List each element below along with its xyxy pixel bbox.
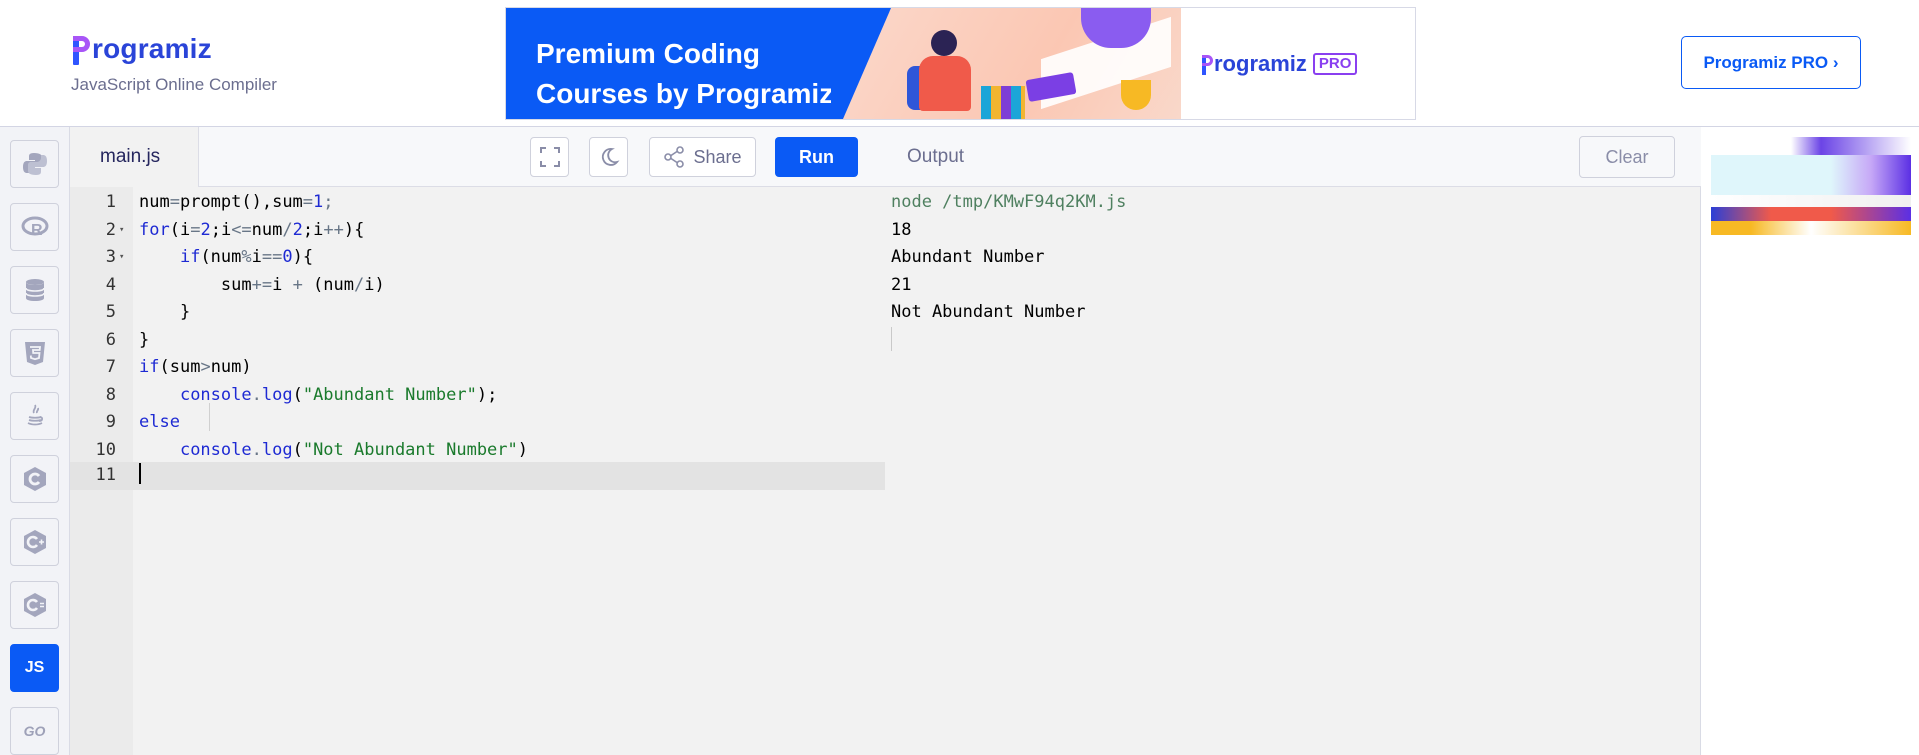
programiz-mini-logo-icon (1201, 53, 1213, 75)
brand[interactable]: rogramiz JavaScript Online Compiler (71, 31, 277, 95)
page-subtitle: JavaScript Online Compiler (71, 75, 277, 94)
code-line: 1 num=prompt(),sum=1; (70, 189, 885, 217)
html5-icon (24, 342, 45, 365)
banner-headline: Premium Coding Courses by Programiz (506, 8, 871, 119)
line-number: 4 (105, 274, 116, 295)
lang-cpp-button[interactable] (10, 518, 59, 566)
output-toolbar: Output Clear (885, 127, 1701, 187)
line-number: 6 (105, 329, 116, 350)
r-icon: R (21, 216, 48, 239)
line-number: 7 (105, 357, 116, 377)
output-command-line: node /tmp/KMwF94q2KM.js (891, 192, 1127, 212)
trophy-icon (1121, 80, 1151, 110)
output-console[interactable]: node /tmp/KMwF94q2KM.js 18 Abundant Numb… (885, 187, 1701, 755)
python-icon (22, 153, 47, 175)
svg-text:R: R (31, 222, 43, 239)
programiz-logo[interactable]: rogramiz (71, 31, 277, 67)
fold-arrow-icon[interactable]: ▾ (119, 217, 124, 245)
code-text: sum+=i + (num/i) (139, 274, 385, 295)
lang-html-button[interactable] (10, 329, 59, 377)
lang-python-button[interactable] (10, 140, 59, 188)
right-ad-panel[interactable] (1701, 127, 1919, 755)
banner-illustration (831, 8, 1181, 119)
js-label: JS (24, 659, 45, 676)
dark-mode-toggle[interactable] (589, 137, 628, 177)
banner-pro-logo-text: rogramiz (1214, 50, 1307, 76)
lang-c-button[interactable] (10, 455, 59, 503)
lang-go-button[interactable]: GO (10, 707, 59, 755)
fullscreen-button[interactable] (530, 137, 569, 177)
code-line: 5 } (70, 299, 885, 327)
code-text: console.log("Abundant Number"); (179, 384, 498, 405)
line-number: 3 (105, 247, 116, 267)
programiz-logo-mark-icon (71, 33, 91, 65)
code-text: for(i=2;i<=num/2;i++){ (139, 219, 365, 240)
code-line: 10 console.log("Not Abundant Number") (70, 437, 885, 465)
output-title: Output (907, 146, 965, 167)
lang-js-button[interactable]: JS (10, 644, 59, 692)
banner-line-1: Premium Coding (536, 38, 761, 69)
line-number: 9 (105, 412, 116, 432)
code-text: else (139, 412, 180, 432)
code-line: 2 ▾ for(i=2;i<=num/2;i++){ (70, 217, 885, 245)
share-icon (664, 146, 685, 168)
output-input-caret (891, 327, 892, 351)
expand-icon (539, 147, 560, 167)
moon-icon (601, 148, 619, 166)
line-number: 10 (95, 439, 116, 460)
code-text: } (139, 302, 191, 322)
java-icon (27, 404, 43, 426)
clear-button[interactable]: Clear (1579, 136, 1675, 178)
go-icon: GO (23, 723, 46, 739)
output-line: 18 (891, 219, 912, 240)
lang-csharp-button[interactable] (10, 581, 59, 629)
output-line: Not Abundant Number (891, 302, 1086, 322)
language-sidebar: R JS GO (0, 127, 70, 755)
code-text: if(sum>num) (139, 357, 252, 377)
banner-line-2: Courses by Programiz (536, 78, 834, 109)
code-line: 4 sum+=i + (num/i) (70, 272, 885, 300)
line-number: 1 (105, 192, 116, 212)
banner-pro-logo: rogramiz PRO (1181, 8, 1415, 119)
c-icon (23, 467, 46, 491)
code-text (139, 462, 141, 490)
code-text: console.log("Not Abundant Number") (179, 439, 529, 460)
code-line: 8 console.log("Abundant Number"); (70, 382, 885, 410)
output-panel: Output Clear node /tmp/KMwF94q2KM.js 18 … (885, 127, 1701, 755)
code-line: 9 else (70, 409, 885, 437)
books-icon (981, 86, 1025, 119)
programiz-pro-button[interactable]: Programiz PRO › (1681, 36, 1861, 89)
output-line: 21 (891, 274, 912, 295)
lang-sql-button[interactable] (10, 266, 59, 314)
pro-badge: PRO (1312, 52, 1358, 75)
top-header: rogramiz JavaScript Online Compiler Prem… (0, 0, 1919, 127)
output-line: Abundant Number (891, 247, 1045, 267)
lang-r-button[interactable]: R (10, 203, 59, 251)
logo-text: rogramiz (92, 33, 212, 64)
database-icon (24, 279, 45, 301)
promo-banner[interactable]: Premium Coding Courses by Programiz rogr… (505, 7, 1416, 120)
code-text: if(num%i==0){ (179, 247, 314, 267)
cpp-icon (23, 530, 46, 554)
code-line: 6 } (70, 327, 885, 355)
csharp-icon (23, 593, 46, 617)
line-number: 5 (105, 302, 116, 322)
share-button[interactable]: Share (649, 137, 756, 177)
code-editor-panel: main.js Share Run 1 num=prompt(),sum=1; … (70, 127, 885, 755)
code-text: } (139, 329, 150, 350)
fold-arrow-icon[interactable]: ▾ (119, 244, 124, 272)
lang-java-button[interactable] (10, 392, 59, 440)
code-text: num=prompt(),sum=1; (139, 192, 334, 212)
code-line-current: 11 (70, 462, 885, 490)
line-number: 2 (105, 219, 116, 240)
code-line: 3 ▾ if(num%i==0){ (70, 244, 885, 272)
tab-main-js[interactable]: main.js (70, 127, 199, 187)
text-cursor (139, 463, 141, 484)
run-button[interactable]: Run (775, 137, 858, 177)
code-line: 7 if(sum>num) (70, 354, 885, 382)
share-label: Share (693, 146, 742, 167)
editor-toolbar: main.js Share Run (70, 127, 885, 187)
line-number: 8 (105, 384, 116, 405)
line-number: 11 (95, 465, 116, 485)
